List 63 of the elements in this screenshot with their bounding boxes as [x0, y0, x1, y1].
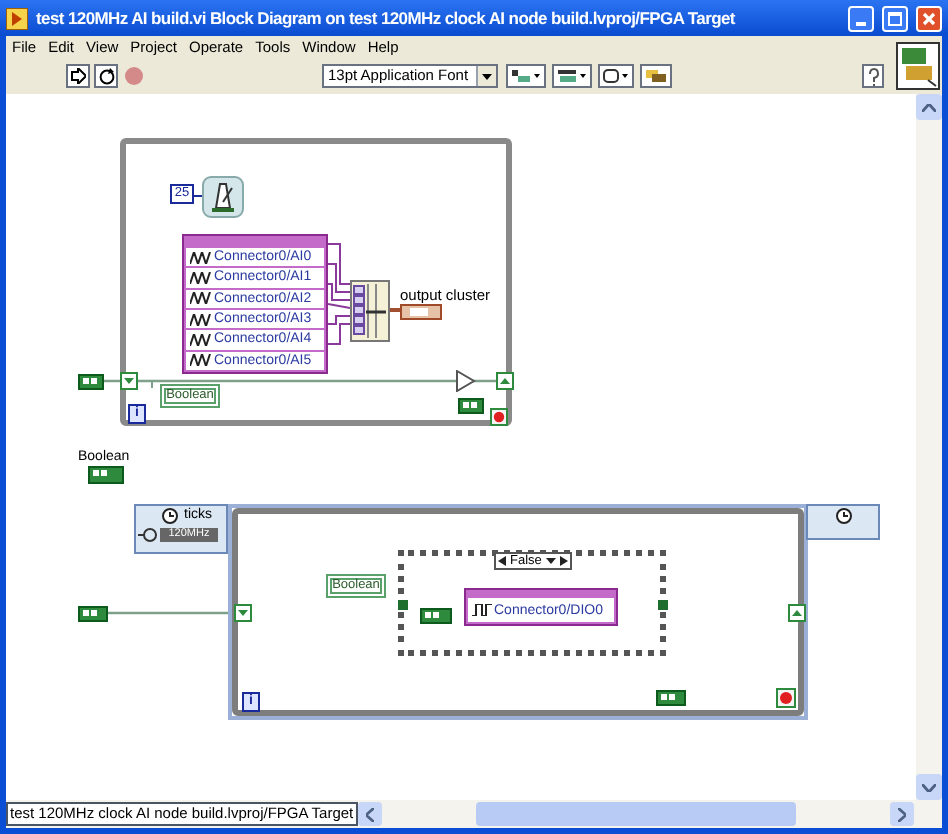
- resize-objects-button[interactable]: [598, 64, 634, 88]
- scroll-up-button[interactable]: [916, 94, 942, 120]
- app-icon: [6, 7, 28, 29]
- scroll-thumb[interactable]: [475, 802, 796, 826]
- reorder-icon: [644, 68, 668, 84]
- window-title: test 120MHz AI build.vi Block Diagram on test 120MHz clock AI node build.lvproj/FPGA Target: [36, 5, 738, 31]
- cluster-indicator-icon: [400, 304, 442, 320]
- shift-register-icon: [120, 372, 138, 390]
- metronome-icon: [202, 176, 244, 218]
- maximize-icon: [888, 11, 902, 25]
- clock-icon: [835, 508, 851, 524]
- vi-icon: [896, 42, 940, 90]
- distribute-icon: [556, 68, 588, 84]
- digital-signal-icon: [472, 604, 492, 616]
- resize-icon: [602, 68, 630, 84]
- boolean-constant-icon: [88, 466, 124, 484]
- scroll-left-button[interactable]: [357, 802, 382, 826]
- scroll-down-button[interactable]: [916, 774, 942, 800]
- vertical-scrollbar[interactable]: [916, 94, 942, 800]
- close-button[interactable]: [916, 5, 942, 31]
- dropdown-arrow-icon: [545, 558, 556, 564]
- maximize-button[interactable]: [882, 5, 908, 31]
- stop-icon: [124, 66, 144, 86]
- tunnel-icon: [658, 600, 668, 610]
- minimize-button[interactable]: [848, 5, 874, 31]
- boolean-constant-icon: [78, 374, 104, 390]
- boolean-constant-icon: [656, 690, 686, 706]
- reorder-button[interactable]: [640, 64, 672, 88]
- help-icon: [867, 67, 879, 85]
- run-continuously-button[interactable]: [94, 64, 118, 88]
- align-objects-button[interactable]: [506, 64, 546, 88]
- context-help-button[interactable]: [862, 64, 884, 88]
- boolean-constant-icon: [420, 608, 452, 624]
- shift-register-icon: [496, 372, 514, 390]
- minimize-icon: [856, 21, 866, 25]
- dropdown-arrow-icon: [482, 73, 492, 79]
- distribute-objects-button[interactable]: [552, 64, 592, 88]
- horizontal-scrollbar[interactable]: [357, 801, 914, 827]
- bundle-node-icon: [350, 280, 390, 342]
- boolean-constant-icon: [78, 606, 108, 622]
- stop-terminal-icon: [776, 688, 796, 708]
- tunnel-icon: [398, 600, 408, 610]
- right-arrow-icon: [560, 556, 568, 566]
- waveform-icon: [190, 354, 212, 367]
- shift-register-icon: [788, 604, 806, 622]
- boolean-constant-icon: [458, 398, 484, 414]
- run-button[interactable]: [66, 64, 90, 88]
- scroll-right-button[interactable]: [890, 802, 914, 826]
- align-icon: [510, 68, 542, 84]
- waveform-icon: [190, 271, 212, 284]
- waveform-icon: [190, 292, 212, 305]
- shift-register-icon: [234, 604, 252, 622]
- clock-source-icon: [138, 528, 158, 542]
- stop-terminal-icon: [490, 408, 508, 426]
- clock-icon: [162, 508, 178, 524]
- not-gate-icon: [456, 370, 478, 392]
- run-arrow-icon: [70, 68, 86, 84]
- left-arrow-icon: [498, 556, 506, 566]
- waveform-icon: [190, 251, 212, 264]
- waveform-icon: [190, 313, 212, 326]
- cycle-arrows-icon: [97, 67, 115, 85]
- close-icon: [922, 11, 936, 25]
- waveform-icon: [190, 333, 212, 346]
